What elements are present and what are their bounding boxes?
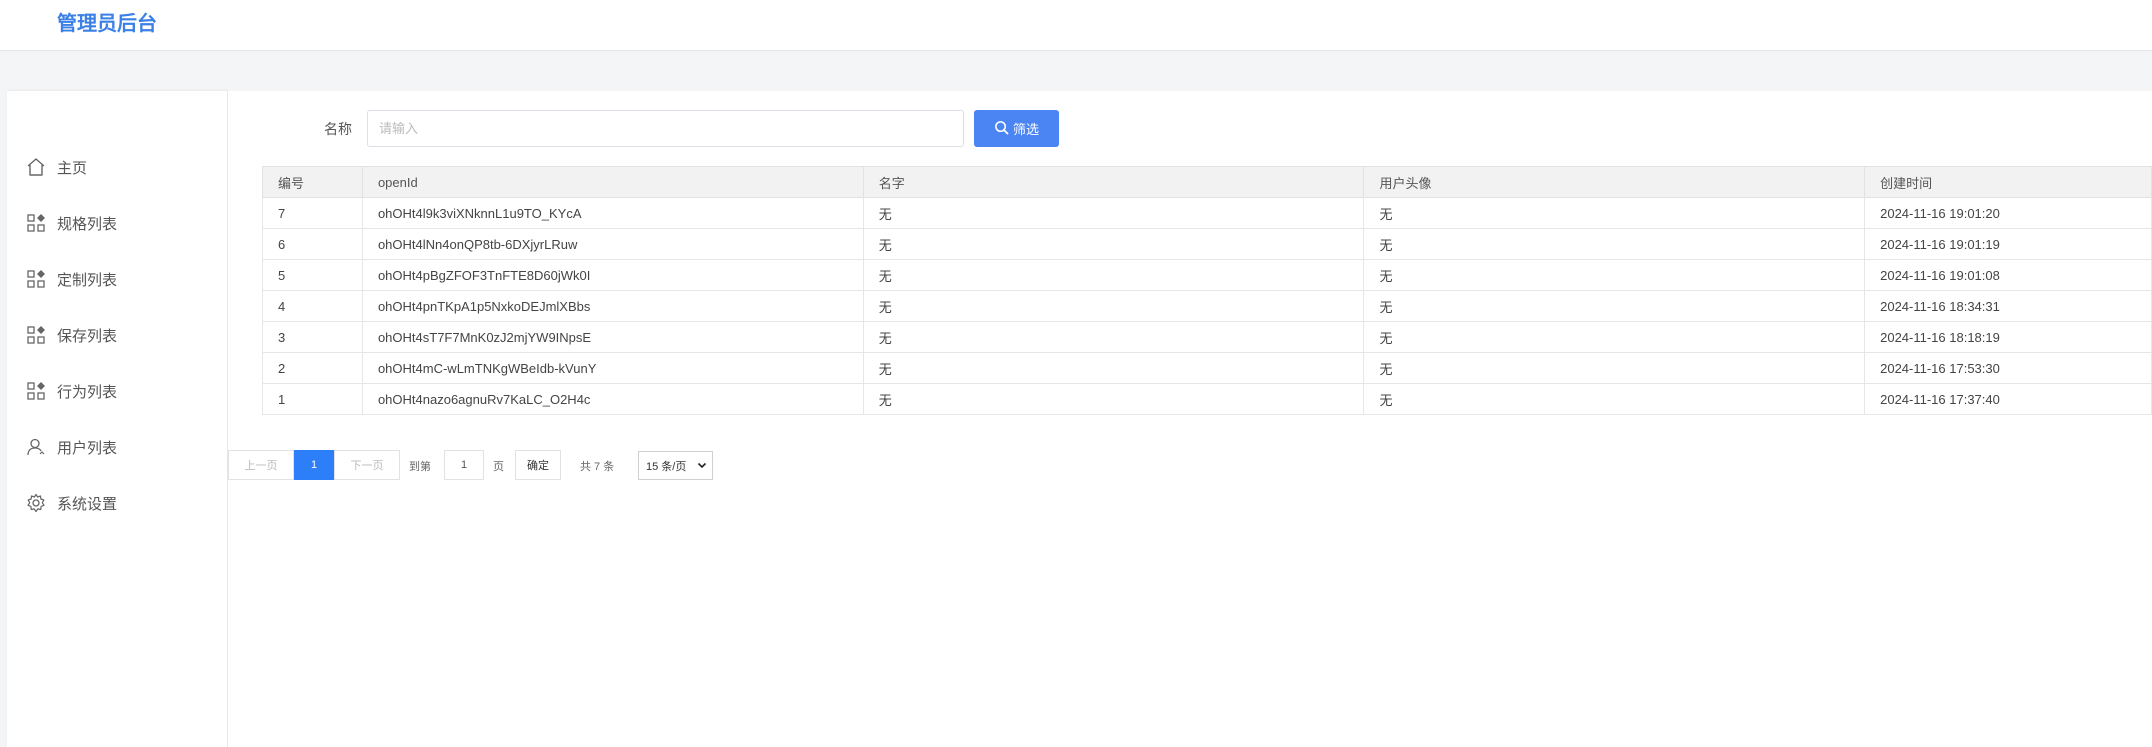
cell-id: 5 — [262, 259, 363, 291]
table-row[interactable]: 1 ohOHt4nazo6agnuRv7KaLC_O2H4c 无 无 2024-… — [262, 383, 2152, 415]
table-row[interactable]: 5 ohOHt4pBgZFOF3TnFTE8D60jWk0I 无 无 2024-… — [262, 259, 2152, 291]
cell-name: 无 — [862, 259, 1365, 291]
main-content: 名称 筛选 编号 openId 名字 用户头像 创建时间 7 ohOHt4l9k… — [228, 91, 2152, 747]
cell-id: 4 — [262, 290, 363, 322]
sidebar-item-label: 保存列表 — [57, 327, 118, 345]
cell-avatar: 无 — [1363, 228, 1866, 260]
sidebar-item-label: 行为列表 — [57, 383, 118, 401]
cell-name: 无 — [862, 352, 1365, 384]
cell-openid: ohOHt4mC-wLmTNKgWBeIdb-kVunY — [361, 352, 864, 384]
cell-created: 2024-11-16 19:01:08 — [1864, 259, 2152, 291]
page-size-select[interactable]: 15 条/页 — [638, 451, 713, 480]
gear-icon — [25, 492, 47, 514]
sidebar-item-label: 主页 — [57, 159, 88, 177]
user-table: 编号 openId 名字 用户头像 创建时间 7 ohOHt4l9k3viXNk… — [262, 166, 2152, 415]
goto-page-input[interactable] — [444, 450, 484, 480]
user-icon — [25, 436, 47, 458]
sidebar-item-behavior[interactable]: 行为列表 — [7, 371, 227, 411]
sidebar-item-label: 规格列表 — [57, 215, 118, 233]
chevron-down-icon — [697, 460, 707, 473]
cell-id: 2 — [262, 352, 363, 384]
page-unit-label: 页 — [493, 461, 504, 473]
prev-page-button[interactable]: 上一页 — [228, 450, 294, 480]
column-header-avatar[interactable]: 用户头像 — [1363, 166, 1866, 198]
sidebar-item-label: 用户列表 — [57, 439, 118, 457]
sidebar: 主页 规格列表 定制列表 保存列表 行为列表 用户列表 系统设置 — [7, 91, 227, 747]
sidebar-item-saved[interactable]: 保存列表 — [7, 315, 227, 355]
grid-icon — [25, 380, 47, 402]
column-header-created[interactable]: 创建时间 — [1864, 166, 2152, 198]
filter-button[interactable]: 筛选 — [974, 110, 1059, 147]
cell-created: 2024-11-16 19:01:20 — [1864, 197, 2152, 229]
grid-icon — [25, 268, 47, 290]
search-icon — [994, 120, 1009, 138]
table-row[interactable]: 4 ohOHt4pnTKpA1p5NxkoDEJmlXBbs 无 无 2024-… — [262, 290, 2152, 322]
cell-created: 2024-11-16 18:18:19 — [1864, 321, 2152, 353]
cell-created: 2024-11-16 19:01:19 — [1864, 228, 2152, 260]
cell-avatar: 无 — [1363, 197, 1866, 229]
pagination: 上一页 1 下一页 到第 页 确定 共 7 条 15 条/页 — [228, 450, 828, 481]
goto-confirm-button[interactable]: 确定 — [515, 450, 561, 480]
cell-id: 3 — [262, 321, 363, 353]
column-header-openid[interactable]: openId — [361, 166, 864, 198]
sidebar-item-custom[interactable]: 定制列表 — [7, 259, 227, 299]
cell-avatar: 无 — [1363, 321, 1866, 353]
cell-name: 无 — [862, 290, 1365, 322]
sidebar-item-label: 定制列表 — [57, 271, 118, 289]
brand-title[interactable]: 管理员后台 — [57, 7, 157, 36]
table-row[interactable]: 2 ohOHt4mC-wLmTNKgWBeIdb-kVunY 无 无 2024-… — [262, 352, 2152, 384]
cell-avatar: 无 — [1363, 290, 1866, 322]
cell-openid: ohOHt4pnTKpA1p5NxkoDEJmlXBbs — [361, 290, 864, 322]
sidebar-item-specs[interactable]: 规格列表 — [7, 203, 227, 243]
page-number-current[interactable]: 1 — [294, 450, 334, 480]
top-header: 管理员后台 — [0, 0, 2152, 51]
cell-openid: ohOHt4sT7F7MnK0zJ2mjYW9INpsE — [361, 321, 864, 353]
cell-openid: ohOHt4l9k3viXNknnL1u9TO_KYcA — [361, 197, 864, 229]
sidebar-item-label: 系统设置 — [57, 495, 118, 513]
total-count: 共 7 条 — [580, 461, 615, 473]
sidebar-item-home[interactable]: 主页 — [7, 147, 227, 187]
name-search-input[interactable] — [367, 110, 964, 147]
sidebar-item-settings[interactable]: 系统设置 — [7, 483, 227, 523]
cell-avatar: 无 — [1363, 383, 1866, 415]
cell-created: 2024-11-16 17:37:40 — [1864, 383, 2152, 415]
table-header-row: 编号 openId 名字 用户头像 创建时间 — [262, 166, 2152, 198]
cell-id: 7 — [262, 197, 363, 229]
cell-created: 2024-11-16 18:34:31 — [1864, 290, 2152, 322]
grid-icon — [25, 212, 47, 234]
cell-openid: ohOHt4lNn4onQP8tb-6DXjyrLRuw — [361, 228, 864, 260]
sidebar-item-users[interactable]: 用户列表 — [7, 427, 227, 467]
cell-name: 无 — [862, 321, 1365, 353]
page-size-value: 15 条/页 — [646, 460, 687, 473]
cell-name: 无 — [862, 383, 1365, 415]
table-row[interactable]: 6 ohOHt4lNn4onQP8tb-6DXjyrLRuw 无 无 2024-… — [262, 228, 2152, 260]
table-row[interactable]: 3 ohOHt4sT7F7MnK0zJ2mjYW9INpsE 无 无 2024-… — [262, 321, 2152, 353]
table-row[interactable]: 7 ohOHt4l9k3viXNknnL1u9TO_KYcA 无 无 2024-… — [262, 197, 2152, 229]
cell-name: 无 — [862, 197, 1365, 229]
goto-label: 到第 — [409, 461, 431, 473]
column-header-name[interactable]: 名字 — [862, 166, 1365, 198]
cell-id: 1 — [262, 383, 363, 415]
cell-avatar: 无 — [1363, 352, 1866, 384]
cell-openid: ohOHt4nazo6agnuRv7KaLC_O2H4c — [361, 383, 864, 415]
cell-id: 6 — [262, 228, 363, 260]
cell-name: 无 — [862, 228, 1365, 260]
cell-created: 2024-11-16 17:53:30 — [1864, 352, 2152, 384]
home-icon — [25, 156, 47, 178]
next-page-button[interactable]: 下一页 — [334, 450, 400, 480]
filter-name-label: 名称 — [324, 121, 352, 137]
cell-avatar: 无 — [1363, 259, 1866, 291]
grid-icon — [25, 324, 47, 346]
cell-openid: ohOHt4pBgZFOF3TnFTE8D60jWk0I — [361, 259, 864, 291]
column-header-id[interactable]: 编号 — [262, 166, 363, 198]
filter-button-label: 筛选 — [1012, 122, 1039, 137]
